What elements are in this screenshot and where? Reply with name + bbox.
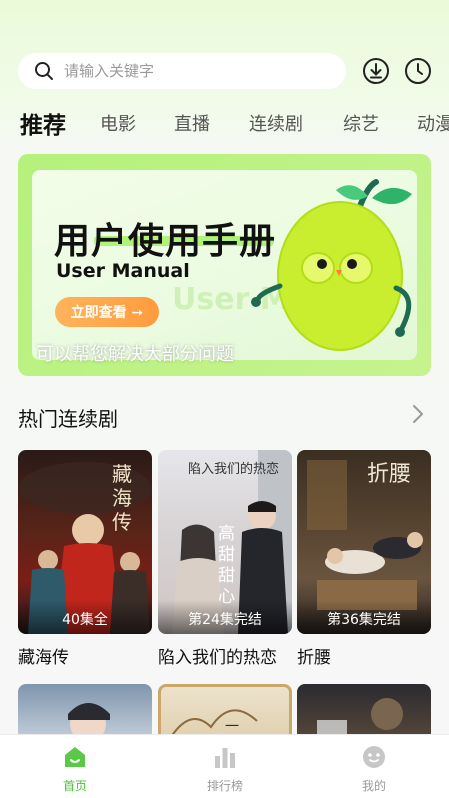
profile-icon	[363, 746, 385, 768]
svg-text:一: 一	[225, 719, 239, 735]
home-icon	[65, 747, 85, 767]
poster-title: 折腰	[367, 462, 412, 487]
banner-caption: 可以帮您解决大部分问题	[36, 344, 234, 365]
nav-profile-label: 我的	[361, 779, 386, 793]
episode-badge: 40集全	[18, 600, 152, 634]
series-card[interactable]: 陷入我们的热恋 高甜甜心 第24集完结	[158, 450, 292, 634]
nav-ranking[interactable]: 排行榜	[150, 735, 300, 798]
view-now-button[interactable]: 立即查看 ➙	[55, 297, 159, 327]
pear-mascot-icon	[251, 179, 412, 351]
series-card[interactable]: 折腰 第36集完结	[297, 450, 431, 634]
tab-series[interactable]: 连续剧	[249, 110, 303, 136]
tab-movies[interactable]: 电影	[100, 110, 136, 136]
card-title[interactable]: 陷入我们的热恋	[158, 643, 277, 668]
card-title[interactable]: 折腰	[297, 643, 331, 668]
view-now-label: 立即查看 ➙	[70, 305, 144, 321]
nav-home-label: 首页	[62, 779, 87, 793]
episode-badge: 第24集完结	[158, 600, 292, 634]
poster-script-text: 陷入我们的热恋	[188, 462, 280, 477]
bottom-nav: 首页 排行榜 我的	[0, 734, 449, 798]
nav-ranking-label: 排行榜	[206, 779, 243, 793]
tab-live[interactable]: 直播	[174, 110, 210, 136]
tab-anime[interactable]: 动漫	[417, 110, 449, 136]
tab-recommend[interactable]: 推荐	[20, 106, 66, 140]
search-bar[interactable]	[18, 53, 346, 89]
download-button[interactable]	[361, 56, 391, 86]
poster-title: 藏海传	[112, 462, 132, 534]
tab-variety[interactable]: 综艺	[343, 110, 379, 136]
search-row	[18, 53, 437, 89]
series-card[interactable]: 藏海传 40集全	[18, 450, 152, 634]
episode-badge: 第36集完结	[297, 600, 431, 634]
category-tabs: 推荐 电影 直播 连续剧 综艺 动漫	[0, 104, 449, 140]
card-title[interactable]: 藏海传	[18, 643, 69, 668]
history-button[interactable]	[403, 56, 433, 86]
clock-icon	[405, 58, 431, 84]
section-title: 热门连续剧	[18, 407, 118, 431]
poster-title: 高甜甜心	[218, 524, 235, 607]
banner-subtitle: User Manual	[56, 260, 190, 282]
search-input[interactable]	[64, 62, 304, 80]
nav-profile[interactable]: 我的	[299, 735, 449, 798]
download-icon	[363, 58, 389, 84]
chevron-right-icon[interactable]	[412, 404, 424, 424]
chart-icon	[215, 748, 235, 768]
nav-home[interactable]: 首页	[0, 735, 150, 798]
search-icon	[35, 62, 53, 80]
